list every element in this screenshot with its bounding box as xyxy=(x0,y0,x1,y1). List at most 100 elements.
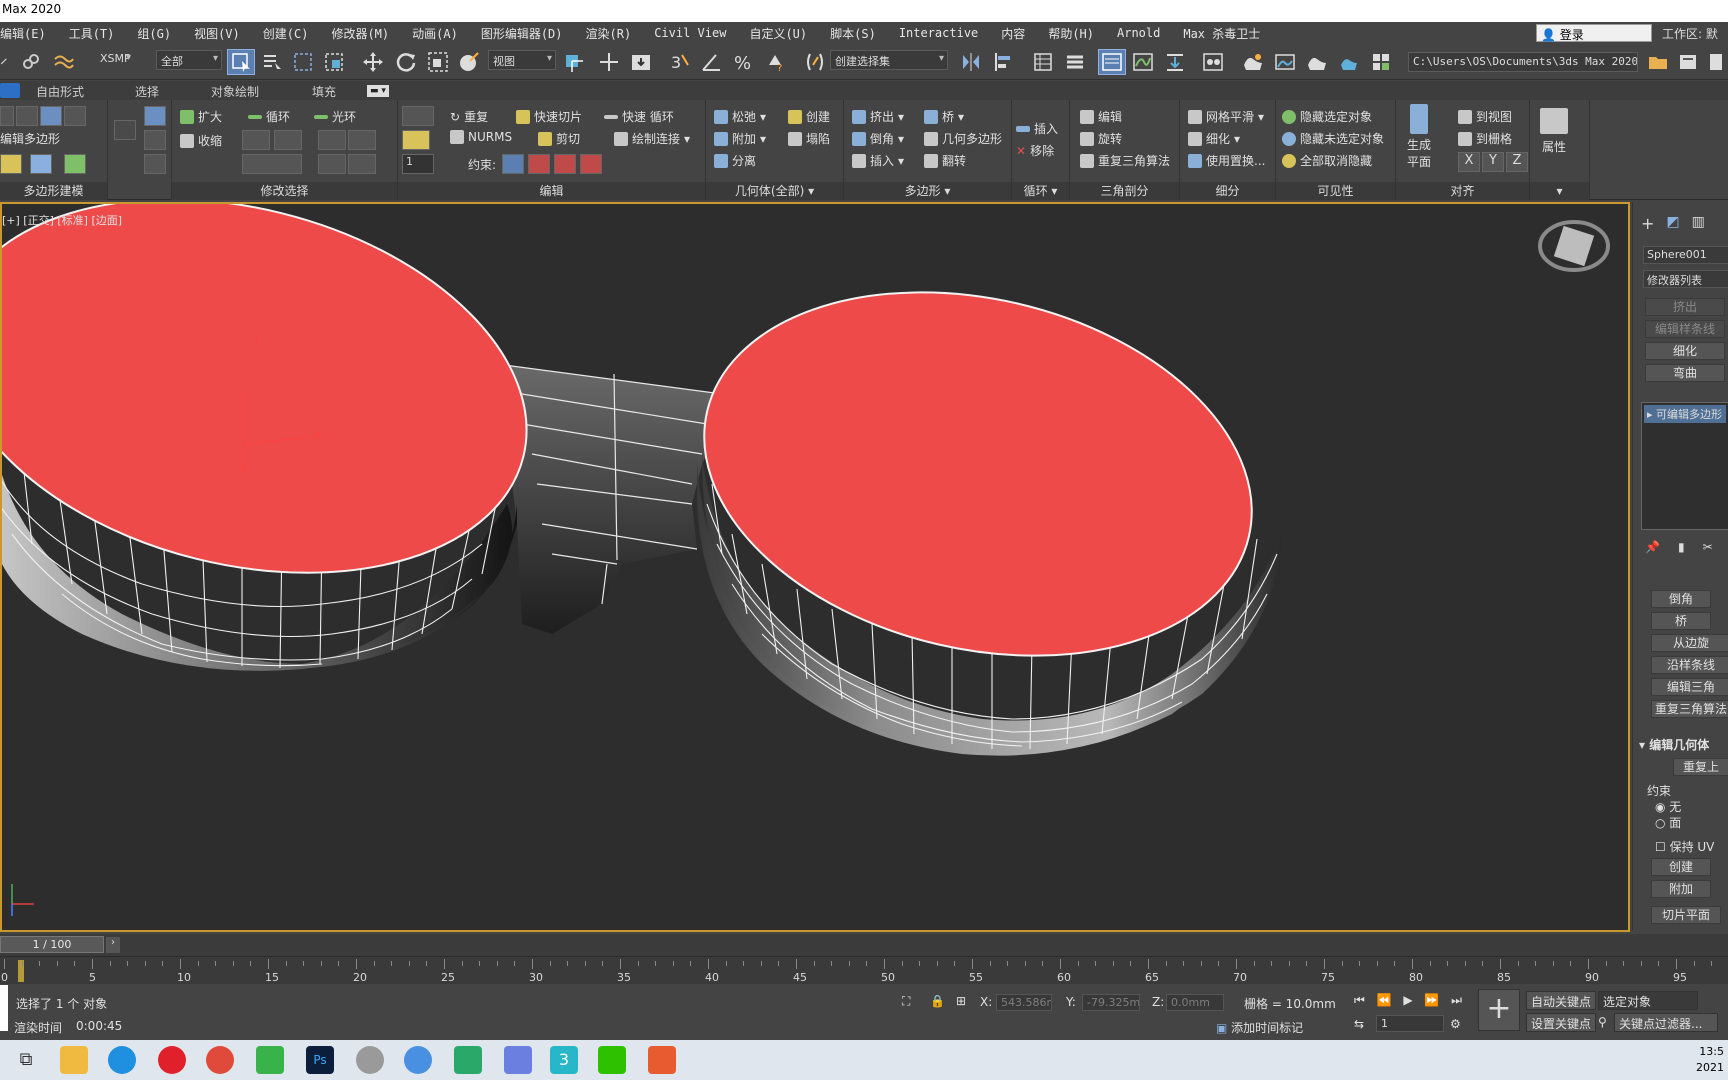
to-grid-button[interactable]: 到栅格 xyxy=(1458,130,1512,147)
constraint-face-radio[interactable]: ○ 面 xyxy=(1655,814,1681,831)
show-end-icon[interactable] xyxy=(64,154,86,174)
snap-3d-icon[interactable]: 3 xyxy=(666,49,692,75)
nurms-button[interactable]: NURMS xyxy=(450,130,512,144)
login-dropdown[interactable]: 👤 登录 xyxy=(1536,24,1652,42)
select-sub-icon[interactable] xyxy=(144,106,166,126)
app-icon-10[interactable] xyxy=(504,1046,532,1074)
video-player-icon[interactable] xyxy=(454,1046,482,1074)
group-title-visibility[interactable]: 可见性 xyxy=(1276,182,1395,200)
selected-object-dropdown[interactable]: 选定对象 xyxy=(1598,991,1698,1010)
file-explorer-icon[interactable] xyxy=(60,1046,88,1074)
bind-spacewarp-icon[interactable] xyxy=(50,49,76,75)
schematic-view-icon[interactable] xyxy=(1162,49,1188,75)
select-by-name-icon[interactable] xyxy=(259,49,285,75)
tessellate-button[interactable]: 细化 ▾ xyxy=(1188,130,1240,147)
inset-button[interactable]: 插入 ▾ xyxy=(852,152,904,169)
paint-connect-button[interactable]: 绘制连接 ▾ xyxy=(614,130,690,147)
align-z-button[interactable]: Z xyxy=(1506,152,1528,172)
tri-rotate-button[interactable]: 旋转 xyxy=(1080,130,1122,147)
viewport-label[interactable]: [+] [正交] [标准] [边面] xyxy=(2,212,122,228)
make-planar-button[interactable]: 生成 平面 xyxy=(1404,100,1434,170)
flip-button[interactable]: 翻转 xyxy=(924,152,966,169)
project-extra-icon[interactable] xyxy=(1704,49,1728,75)
app-icon-8[interactable] xyxy=(404,1046,432,1074)
keyboard-shortcut-icon[interactable] xyxy=(628,49,654,75)
extrude-button[interactable]: 挤出 ▾ xyxy=(852,108,904,125)
menu-scripting[interactable]: 脚本(S) xyxy=(818,25,887,42)
menu-group[interactable]: 组(G) xyxy=(125,25,182,42)
group-title-align[interactable]: 对齐 xyxy=(1396,182,1529,200)
current-frame-field[interactable]: 1 xyxy=(1376,1015,1444,1032)
menu-max-antivirus[interactable]: Max 杀毒卫士 xyxy=(1171,25,1271,42)
tri-edit-button[interactable]: 编辑 xyxy=(1080,108,1122,125)
align-y-button[interactable]: Y xyxy=(1482,152,1504,172)
grow-button[interactable]: 扩大 xyxy=(180,108,222,125)
vertex-mode-icon[interactable] xyxy=(0,106,14,126)
window-crossing-icon[interactable] xyxy=(321,49,347,75)
move-icon[interactable] xyxy=(360,49,386,75)
x-coord-field[interactable]: 543.586mm xyxy=(996,994,1052,1011)
camtasia-icon[interactable] xyxy=(256,1046,284,1074)
render-production-icon[interactable] xyxy=(1304,49,1330,75)
modify-tab-icon[interactable]: ◩ xyxy=(1666,214,1679,233)
border-mode-icon[interactable] xyxy=(40,106,62,126)
constraint-face-icon[interactable] xyxy=(554,154,576,174)
create-tab-icon[interactable]: + xyxy=(1641,214,1654,233)
constraint-edge-icon[interactable] xyxy=(528,154,550,174)
menu-modifiers[interactable]: 修改器(M) xyxy=(319,25,400,42)
tessellate-mod-button[interactable]: 细化 xyxy=(1645,342,1725,360)
menu-view[interactable]: 视图(V) xyxy=(182,25,251,42)
extrude-along-spline-button[interactable]: 沿样条线 xyxy=(1651,656,1728,674)
key-filter-icon[interactable]: ⚲ xyxy=(1598,1015,1607,1029)
maxscript-listener[interactable] xyxy=(0,985,8,1031)
ring-grow-icon[interactable] xyxy=(318,130,346,150)
selection-filter-dropdown[interactable]: 全部 xyxy=(156,50,222,70)
menu-edit[interactable]: 编辑(E) xyxy=(0,25,57,42)
workspace-label[interactable]: 工作区: 默 xyxy=(1662,25,1718,42)
slice-plane-button[interactable]: 切片平面 xyxy=(1651,906,1721,924)
edge-browser-icon[interactable] xyxy=(108,1046,136,1074)
stack-item-editable-poly[interactable]: ▸ 可编辑多边形 xyxy=(1644,405,1726,423)
attach-geo-button[interactable]: 附加 xyxy=(1651,880,1711,898)
viewport-orthographic[interactable]: [+] [正交] [标准] [边面] y x z xyxy=(0,202,1630,932)
create-button[interactable]: 创建 xyxy=(788,108,830,125)
time-slider[interactable]: 1 / 100 › xyxy=(0,934,1728,956)
pivot-center-icon[interactable] xyxy=(560,49,586,75)
tab-selection[interactable]: 选择 xyxy=(135,83,159,100)
object-name-field[interactable]: Sphere001 xyxy=(1643,246,1728,264)
spinner-snap-icon[interactable]: ? xyxy=(762,49,788,75)
menu-graph-editors[interactable]: 图形编辑器(D) xyxy=(469,25,574,42)
camtasia-recorder-icon[interactable] xyxy=(648,1046,676,1074)
render-iterative-icon[interactable] xyxy=(1336,49,1362,75)
constraint-none-icon[interactable] xyxy=(502,154,524,174)
extrude-mod-button[interactable]: 挤出 xyxy=(1645,298,1725,316)
edit-triangulation-button[interactable]: 编辑三角 xyxy=(1651,678,1728,696)
z-coord-field[interactable]: 0.0mm xyxy=(1166,994,1224,1011)
align-icon[interactable] xyxy=(990,49,1016,75)
tab-object-paint[interactable]: 对象绘制 xyxy=(211,83,259,100)
to-view-button[interactable]: 到视图 xyxy=(1458,108,1512,125)
rotate-icon[interactable] xyxy=(393,49,419,75)
pin-stack-icon[interactable]: 📌 xyxy=(1645,540,1660,554)
ribbon-toggle-icon[interactable] xyxy=(1098,49,1126,75)
ribbon-expand-icon[interactable]: ▾ xyxy=(1530,182,1589,200)
curve-editor-icon[interactable] xyxy=(1130,49,1156,75)
app-icon-7[interactable] xyxy=(356,1046,384,1074)
preserve-uv-checkbox[interactable]: ☐ 保持 UV xyxy=(1655,838,1714,855)
hinge-from-edge-button[interactable]: 从边旋 xyxy=(1651,634,1728,652)
rendered-frame-icon[interactable] xyxy=(1272,49,1298,75)
mirror-icon[interactable] xyxy=(958,49,984,75)
hierarchy-tab-icon[interactable]: ▥ xyxy=(1692,214,1705,233)
angle-snap-icon[interactable] xyxy=(698,49,724,75)
hide-unselected-button[interactable]: 隐藏未选定对象 xyxy=(1282,130,1384,147)
edge-mode-icon[interactable] xyxy=(16,106,38,126)
align-x-button[interactable]: X xyxy=(1458,152,1480,172)
swiftloop-button[interactable]: 快速 循环 xyxy=(604,108,674,125)
group-title-polygons[interactable]: 多边形 ▾ xyxy=(844,182,1011,200)
unlink-icon[interactable] xyxy=(18,49,44,75)
time-slider-knob[interactable]: 1 / 100 xyxy=(0,936,104,953)
netease-music-icon[interactable] xyxy=(158,1046,186,1074)
group-title-geometry[interactable]: 几何体(全部) ▾ xyxy=(706,182,843,200)
group-title-edit[interactable]: 编辑 xyxy=(398,182,705,200)
tab-freeform[interactable]: 自由形式 xyxy=(36,83,84,100)
